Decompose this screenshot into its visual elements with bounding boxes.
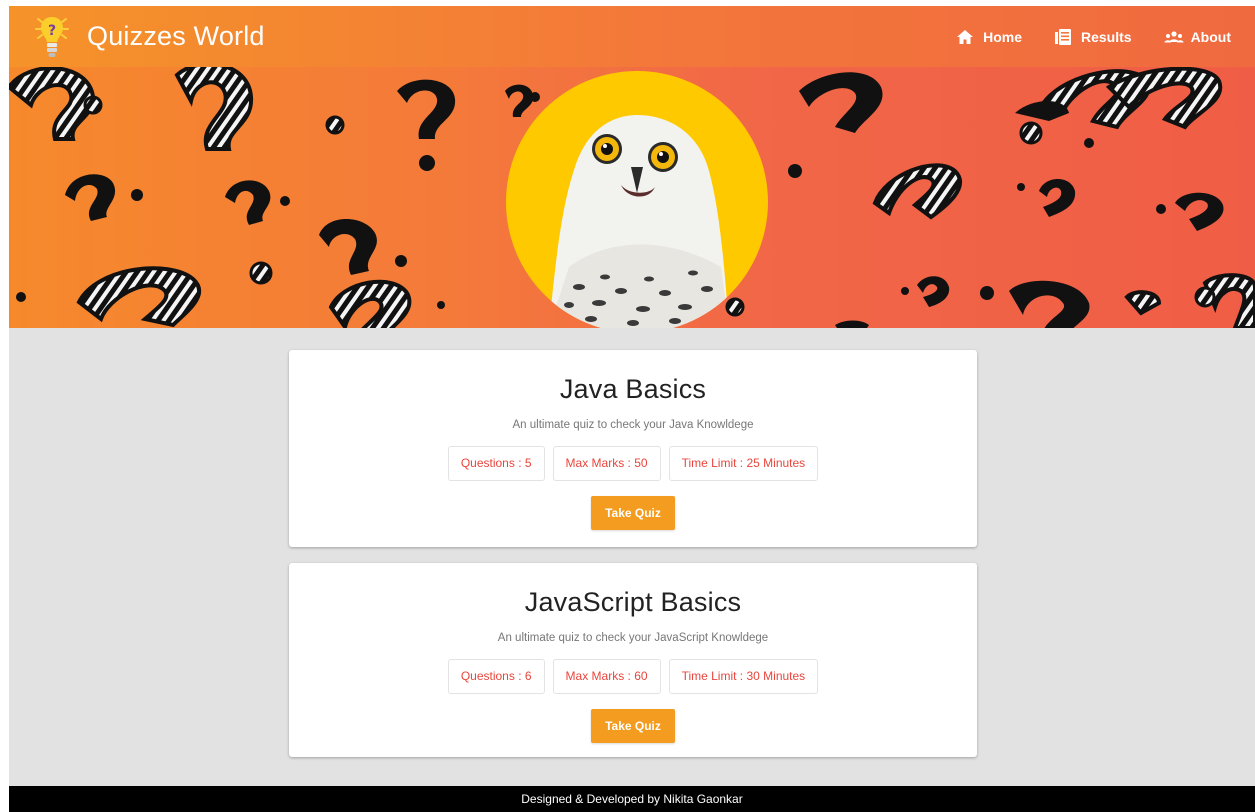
lightbulb-question-icon: ?: [35, 13, 69, 61]
svg-text:?: ?: [48, 23, 56, 39]
take-quiz-button[interactable]: Take Quiz: [591, 709, 675, 743]
quiz-description: An ultimate quiz to check your JavaScrip…: [497, 632, 769, 644]
quiz-card-javascript: JavaScript Basics An ultimate quiz to ch…: [289, 563, 977, 757]
nav-results-label: Results: [1080, 28, 1132, 45]
quiz-card-java: Java Basics An ultimate quiz to check yo…: [289, 350, 977, 547]
nav-about-label: About: [1190, 28, 1231, 45]
quiz-title: JavaScript Basics: [524, 587, 742, 617]
brand[interactable]: ? Quizzes World: [35, 6, 265, 67]
time-limit-chip: Time Limit : 30 Minutes: [668, 659, 819, 694]
question-marks-pattern: [9, 67, 1255, 328]
home-icon: [956, 28, 974, 46]
max-marks-chip: Max Marks : 60: [552, 659, 661, 694]
max-marks-chip: Max Marks : 50: [552, 446, 661, 481]
top-navbar: ? Quizzes World Home Results About: [9, 6, 1255, 67]
nav-home-label: Home: [983, 28, 1022, 45]
nav-home[interactable]: Home: [956, 28, 1022, 46]
nav-about[interactable]: About: [1164, 28, 1231, 46]
hero-banner: [9, 67, 1255, 328]
footer: Designed & Developed by Nikita Gaonkar: [9, 786, 1255, 812]
quiz-info-chips: Questions : 6 Max Marks : 60 Time Limit …: [289, 659, 977, 694]
page: ? Quizzes World Home Results About Java …: [9, 6, 1255, 812]
nav-results[interactable]: Results: [1054, 28, 1132, 46]
app-title: Quizzes World: [87, 21, 265, 51]
footer-credit: Designed & Developed by Nikita Gaonkar: [521, 792, 743, 806]
quiz-info-chips: Questions : 5 Max Marks : 50 Time Limit …: [289, 446, 977, 481]
time-limit-chip: Time Limit : 25 Minutes: [668, 446, 819, 481]
nav-links: Home Results About: [924, 6, 1231, 67]
questions-chip: Questions : 5: [447, 446, 545, 481]
results-icon: [1054, 28, 1072, 46]
quiz-description: An ultimate quiz to check your Java Know…: [512, 419, 754, 431]
quiz-title: Java Basics: [559, 374, 707, 404]
people-icon: [1164, 28, 1184, 46]
questions-chip: Questions : 6: [447, 659, 545, 694]
owl-illustration: [506, 71, 768, 328]
take-quiz-button[interactable]: Take Quiz: [591, 496, 675, 530]
